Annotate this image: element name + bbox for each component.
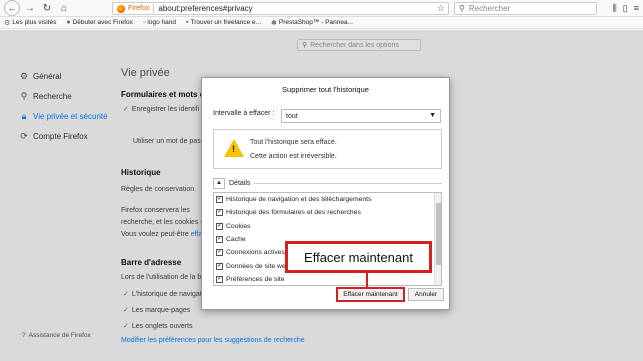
list-item-label: Connexions actives bbox=[226, 249, 285, 256]
checkbox[interactable]: ✓ bbox=[216, 276, 223, 283]
firefox-icon: ● bbox=[66, 19, 71, 26]
list-scrollbar[interactable] bbox=[434, 193, 441, 285]
bookmark-freelance[interactable]: ▪ Trouver un freelance e... bbox=[186, 19, 261, 26]
browser-toolbar: ← → ↻ ⌂ Firefox about:preferences#privac… bbox=[0, 0, 643, 17]
list-item[interactable]: ✓ Connexions actives bbox=[216, 249, 285, 256]
list-item-label: Cookies bbox=[226, 223, 251, 230]
list-item-label: Historique des formulaires et des recher… bbox=[226, 209, 361, 216]
bookmark-label: Les plus visités bbox=[12, 19, 57, 26]
bookmark-label: PrestaShop™ - Pannea... bbox=[278, 19, 353, 26]
page-icon: ▪ bbox=[185, 19, 189, 26]
bookmark-logo-hand[interactable]: ▫ logo hand bbox=[143, 19, 176, 26]
scroll-thumb[interactable] bbox=[436, 203, 441, 265]
list-item[interactable]: ✓ Préférences de site bbox=[216, 276, 285, 283]
firefox-identity-label: Firefox bbox=[128, 5, 150, 12]
url-separator bbox=[153, 4, 155, 13]
dialog-title: Supprimer tout l'historique bbox=[282, 85, 369, 94]
warning-line-1: Tout l'historique sera effacé. bbox=[250, 139, 337, 146]
home-button[interactable]: ⌂ bbox=[57, 1, 71, 15]
checkbox[interactable]: ✓ bbox=[216, 236, 223, 243]
url-bar[interactable]: Firefox about:preferences#privacy ☆ bbox=[112, 2, 449, 15]
list-item-label: Historique de navigation et des téléchar… bbox=[226, 196, 372, 203]
list-item-label: Préférences de site bbox=[226, 276, 285, 283]
puzzle-icon: ✱ bbox=[271, 19, 277, 27]
callout-label: Effacer maintenant bbox=[285, 241, 432, 273]
list-item[interactable]: ✓ Historique des formulaires et des reche… bbox=[216, 209, 361, 216]
library-icon[interactable]: ⫼ bbox=[613, 3, 617, 14]
checkbox[interactable]: ✓ bbox=[216, 223, 223, 230]
list-item-label: Données de site web bbox=[226, 263, 290, 270]
list-item[interactable]: ✓ Cookies bbox=[216, 223, 251, 230]
chevron-up-icon[interactable]: ▲ bbox=[213, 177, 225, 189]
clear-now-button[interactable]: Effacer maintenant bbox=[336, 287, 405, 302]
checkbox[interactable]: ✓ bbox=[216, 263, 223, 270]
cancel-button[interactable]: Annuler bbox=[408, 288, 444, 301]
list-item-label: Cache bbox=[226, 236, 246, 243]
menu-icon[interactable]: ≡ bbox=[634, 3, 639, 14]
warning-box: ! Tout l'historique sera effacé. Cette a… bbox=[213, 129, 442, 169]
sidebar-icon[interactable]: ▯ bbox=[623, 3, 628, 14]
checkbox[interactable]: ✓ bbox=[216, 249, 223, 256]
warning-icon: ! bbox=[224, 139, 244, 157]
bookmark-star-icon[interactable]: ☆ bbox=[437, 3, 445, 14]
bookmark-label: logo hand bbox=[147, 19, 176, 26]
checkbox[interactable]: ✓ bbox=[216, 209, 223, 216]
bookmark-prestashop[interactable]: ✱ PrestaShop™ - Pannea... bbox=[271, 19, 353, 27]
callout-connector bbox=[366, 273, 368, 287]
bookmark-label: Débuter avec Firefox bbox=[72, 19, 133, 26]
checkbox[interactable]: ✓ bbox=[216, 196, 223, 203]
clear-history-dialog: Supprimer tout l'historique Intervalle à… bbox=[201, 77, 450, 310]
gear-icon: ⚙ bbox=[4, 19, 11, 27]
page-icon: ▫ bbox=[142, 19, 146, 26]
interval-value: tout bbox=[286, 112, 298, 120]
list-item[interactable]: ✓ Historique de navigation et des télécha… bbox=[216, 196, 371, 203]
firefox-logo-icon bbox=[117, 4, 125, 13]
browser-search-placeholder: Rechercher bbox=[468, 4, 511, 13]
toolbar-icons: ⫼ ▯ ≡ bbox=[613, 3, 639, 14]
interval-select[interactable]: tout ▼ bbox=[281, 109, 441, 123]
bookmarks-bar: ⚙ Les plus visités ● Débuter avec Firefox … bbox=[0, 17, 643, 29]
bookmark-label: Trouver un freelance e... bbox=[190, 19, 262, 26]
list-item[interactable]: ✓ Cache bbox=[216, 236, 246, 243]
search-icon: ⚲ bbox=[459, 4, 465, 13]
bookmark-getting-started[interactable]: ● Débuter avec Firefox bbox=[66, 19, 133, 26]
url-text: about:preferences#privacy bbox=[158, 4, 253, 13]
details-divider bbox=[254, 182, 442, 184]
interval-label: Intervalle à effacer : bbox=[213, 110, 275, 117]
browser-search-input[interactable]: ⚲ Rechercher bbox=[454, 2, 597, 15]
chevron-down-icon: ▼ bbox=[429, 112, 436, 119]
list-item[interactable]: ✓ Données de site web bbox=[216, 263, 289, 270]
forward-button[interactable]: → bbox=[23, 1, 37, 15]
bookmark-most-visited[interactable]: ⚙ Les plus visités bbox=[4, 19, 56, 27]
details-toggle[interactable]: ▲ Détails bbox=[213, 177, 442, 189]
reload-button[interactable]: ↻ bbox=[40, 1, 54, 15]
details-label: Détails bbox=[229, 179, 251, 187]
back-button[interactable]: ← bbox=[4, 0, 20, 16]
warning-line-2: Cette action est irréversible. bbox=[250, 153, 337, 160]
